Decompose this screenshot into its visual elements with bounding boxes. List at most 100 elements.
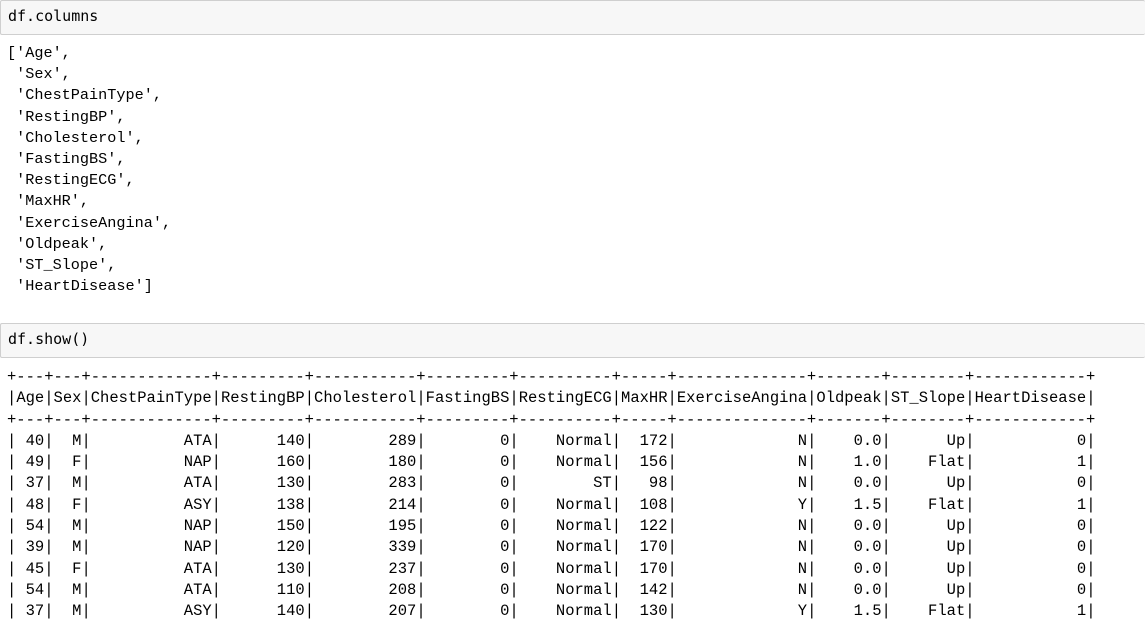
table-cell: 170	[621, 559, 668, 578]
table-cell: ST	[518, 474, 612, 493]
table-cell: Normal	[518, 602, 612, 621]
column-header: FastingBS	[425, 389, 510, 408]
code-cell-input-columns[interactable]: df.columns	[0, 0, 1145, 35]
table-cell: M	[53, 602, 82, 621]
table-row: | 48| F| ASY| 138| 214| 0| Normal| 108| …	[7, 495, 1096, 514]
table-cell: 142	[621, 580, 668, 599]
table-cell: Normal	[518, 559, 612, 578]
table-cell: NAP	[90, 538, 212, 557]
table-cell: 108	[621, 495, 668, 514]
column-header: RestingBP	[220, 389, 305, 408]
table-cell: Up	[890, 538, 966, 557]
table-cell: 37	[16, 602, 45, 621]
table-cell: 214	[314, 495, 417, 514]
table-cell: 0	[974, 474, 1087, 493]
table-cell: Flat	[890, 602, 966, 621]
output-line: 'Sex',	[7, 65, 71, 84]
table-cell: 48	[16, 495, 45, 514]
table-row: | 49| F| NAP| 160| 180| 0| Normal| 156| …	[7, 453, 1096, 472]
table-cell: 130	[220, 474, 305, 493]
output-line: 'RestingBP',	[7, 107, 126, 126]
table-cell: N	[676, 517, 808, 536]
table-border-mid: +---+---+-------------+---------+-------…	[7, 410, 1096, 429]
table-header-row: |Age|Sex|ChestPainType|RestingBP|Cholest…	[7, 389, 1096, 408]
table-cell: Y	[676, 602, 808, 621]
column-header: Oldpeak	[816, 389, 882, 408]
output-line: 'ST_Slope',	[7, 255, 117, 274]
table-cell: 0	[974, 431, 1087, 450]
table-cell: 130	[621, 602, 668, 621]
output-line: 'FastingBS',	[7, 149, 126, 168]
table-cell: 0.0	[816, 580, 882, 599]
table-cell: 98	[621, 474, 668, 493]
code-text: df.show()	[8, 330, 90, 348]
table-cell: N	[676, 538, 808, 557]
table-cell: 1.5	[816, 495, 882, 514]
table-cell: ATA	[90, 474, 212, 493]
table-cell: Y	[676, 495, 808, 514]
table-cell: 1	[974, 453, 1087, 472]
table-cell: 0	[974, 538, 1087, 557]
table-cell: F	[53, 559, 82, 578]
table-cell: 289	[314, 431, 417, 450]
table-cell: 160	[220, 453, 305, 472]
table-cell: 138	[220, 495, 305, 514]
table-cell: M	[53, 580, 82, 599]
column-header: Sex	[53, 389, 82, 408]
table-cell: 39	[16, 538, 45, 557]
code-cell-input-show[interactable]: df.show()	[0, 323, 1145, 358]
table-cell: 0	[425, 495, 510, 514]
table-cell: 54	[16, 580, 45, 599]
table-cell: 140	[220, 602, 305, 621]
table-cell: 0	[974, 517, 1087, 536]
code-text: df.columns	[8, 7, 99, 25]
dataframe-table-output: +---+---+-------------+---------+-------…	[7, 367, 1096, 623]
table-cell: M	[53, 517, 82, 536]
table-cell: 45	[16, 559, 45, 578]
table-cell: ASY	[90, 495, 212, 514]
column-header: ExerciseAngina	[676, 389, 808, 408]
table-cell: N	[676, 580, 808, 599]
output-line: ['Age',	[7, 44, 71, 62]
output-line: 'HeartDisease']	[7, 277, 153, 296]
table-cell: 110	[220, 580, 305, 599]
table-cell: 0	[974, 559, 1087, 578]
table-cell: 0.0	[816, 517, 882, 536]
table-cell: Up	[890, 559, 966, 578]
table-row: | 40| M| ATA| 140| 289| 0| Normal| 172| …	[7, 431, 1096, 450]
table-row: | 45| F| ATA| 130| 237| 0| Normal| 170| …	[7, 559, 1096, 578]
table-row: | 37| M| ATA| 130| 283| 0| ST| 98| N| 0.…	[7, 474, 1096, 493]
table-cell: 0	[425, 602, 510, 621]
table-cell: 0.0	[816, 538, 882, 557]
table-cell: 150	[220, 517, 305, 536]
table-cell: Up	[890, 431, 966, 450]
table-cell: 208	[314, 580, 417, 599]
column-header: ST_Slope	[890, 389, 966, 408]
table-row: | 54| M| ATA| 110| 208| 0| Normal| 142| …	[7, 580, 1096, 599]
table-cell: 237	[314, 559, 417, 578]
table-cell: Up	[890, 517, 966, 536]
table-cell: N	[676, 431, 808, 450]
table-cell: ATA	[90, 559, 212, 578]
table-cell: NAP	[90, 453, 212, 472]
table-cell: 1	[974, 602, 1087, 621]
table-cell: 156	[621, 453, 668, 472]
table-cell: 1.5	[816, 602, 882, 621]
table-cell: Flat	[890, 495, 966, 514]
table-cell: N	[676, 474, 808, 493]
table-cell: 40	[16, 431, 45, 450]
table-cell: 0	[974, 580, 1087, 599]
table-cell: Normal	[518, 453, 612, 472]
output-line: 'ChestPainType',	[7, 86, 162, 105]
table-cell: N	[676, 453, 808, 472]
table-cell: 0.0	[816, 431, 882, 450]
column-header: MaxHR	[621, 389, 668, 408]
table-cell: 49	[16, 453, 45, 472]
table-cell: 37	[16, 474, 45, 493]
table-cell: 339	[314, 538, 417, 557]
table-cell: Normal	[518, 495, 612, 514]
table-cell: ATA	[90, 431, 212, 450]
table-cell: Normal	[518, 431, 612, 450]
table-cell: F	[53, 495, 82, 514]
output-line: 'RestingECG',	[7, 171, 135, 190]
